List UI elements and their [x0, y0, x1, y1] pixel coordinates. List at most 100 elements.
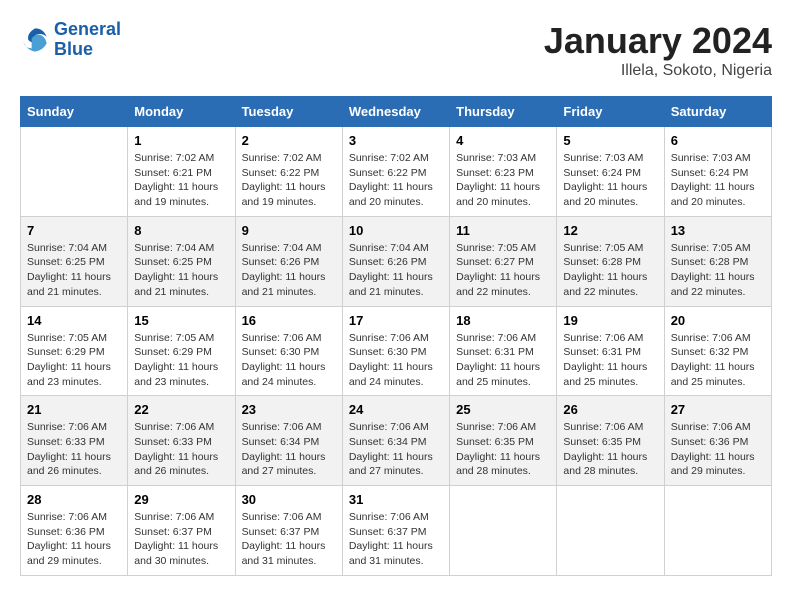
logo: General Blue: [20, 20, 121, 60]
day-info: Sunrise: 7:06 AMSunset: 6:32 PMDaylight:…: [671, 331, 765, 390]
week-row-4: 21 Sunrise: 7:06 AMSunset: 6:33 PMDayligh…: [21, 396, 772, 486]
day-info: Sunrise: 7:06 AMSunset: 6:37 PMDaylight:…: [349, 510, 443, 569]
day-info: Sunrise: 7:06 AMSunset: 6:37 PMDaylight:…: [134, 510, 228, 569]
calendar-table: SundayMondayTuesdayWednesdayThursdayFrid…: [20, 96, 772, 576]
calendar-cell: [21, 127, 128, 217]
calendar-cell: 23 Sunrise: 7:06 AMSunset: 6:34 PMDayligh…: [235, 396, 342, 486]
day-number: 9: [242, 223, 336, 238]
calendar-cell: 15 Sunrise: 7:05 AMSunset: 6:29 PMDayligh…: [128, 306, 235, 396]
day-number: 27: [671, 402, 765, 417]
day-number: 4: [456, 133, 550, 148]
day-number: 19: [563, 313, 657, 328]
calendar-cell: 17 Sunrise: 7:06 AMSunset: 6:30 PMDayligh…: [342, 306, 449, 396]
day-info: Sunrise: 7:03 AMSunset: 6:23 PMDaylight:…: [456, 151, 550, 210]
calendar-cell: 12 Sunrise: 7:05 AMSunset: 6:28 PMDayligh…: [557, 216, 664, 306]
day-info: Sunrise: 7:06 AMSunset: 6:30 PMDaylight:…: [349, 331, 443, 390]
logo-text: General Blue: [54, 20, 121, 60]
calendar-cell: 16Sunrise: 7:06 AMSunset: 6:30 PMDayligh…: [235, 306, 342, 396]
calendar-cell: 11 Sunrise: 7:05 AMSunset: 6:27 PMDayligh…: [450, 216, 557, 306]
day-info: Sunrise: 7:06 AMSunset: 6:33 PMDaylight:…: [27, 420, 121, 479]
header-row: SundayMondayTuesdayWednesdayThursdayFrid…: [21, 97, 772, 127]
day-info: Sunrise: 7:06 AMSunset: 6:36 PMDaylight:…: [27, 510, 121, 569]
day-number: 21: [27, 402, 121, 417]
calendar-cell: 22 Sunrise: 7:06 AMSunset: 6:33 PMDayligh…: [128, 396, 235, 486]
day-number: 11: [456, 223, 550, 238]
calendar-cell: [557, 486, 664, 576]
calendar-cell: 20Sunrise: 7:06 AMSunset: 6:32 PMDayligh…: [664, 306, 771, 396]
day-number: 14: [27, 313, 121, 328]
calendar-cell: 7 Sunrise: 7:04 AMSunset: 6:25 PMDaylight…: [21, 216, 128, 306]
day-number: 2: [242, 133, 336, 148]
calendar-cell: 5 Sunrise: 7:03 AMSunset: 6:24 PMDaylight…: [557, 127, 664, 217]
day-info: Sunrise: 7:05 AMSunset: 6:29 PMDaylight:…: [134, 331, 228, 390]
calendar-cell: 6 Sunrise: 7:03 AMSunset: 6:24 PMDaylight…: [664, 127, 771, 217]
day-number: 13: [671, 223, 765, 238]
logo-blue: Blue: [54, 40, 121, 60]
calendar-cell: 10 Sunrise: 7:04 AMSunset: 6:26 PMDayligh…: [342, 216, 449, 306]
day-info: Sunrise: 7:06 AMSunset: 6:35 PMDaylight:…: [456, 420, 550, 479]
day-number: 17: [349, 313, 443, 328]
calendar-cell: 27 Sunrise: 7:06 AMSunset: 6:36 PMDayligh…: [664, 396, 771, 486]
day-number: 30: [242, 492, 336, 507]
calendar-cell: 14 Sunrise: 7:05 AMSunset: 6:29 PMDayligh…: [21, 306, 128, 396]
day-info: Sunrise: 7:03 AMSunset: 6:24 PMDaylight:…: [671, 151, 765, 210]
calendar-cell: 3Sunrise: 7:02 AMSunset: 6:22 PMDaylight…: [342, 127, 449, 217]
day-info: Sunrise: 7:02 AMSunset: 6:21 PMDaylight:…: [134, 151, 228, 210]
day-number: 22: [134, 402, 228, 417]
day-number: 7: [27, 223, 121, 238]
day-header-sunday: Sunday: [21, 97, 128, 127]
day-number: 25: [456, 402, 550, 417]
day-header-saturday: Saturday: [664, 97, 771, 127]
calendar-cell: 13Sunrise: 7:05 AMSunset: 6:28 PMDayligh…: [664, 216, 771, 306]
calendar-cell: [664, 486, 771, 576]
day-header-monday: Monday: [128, 97, 235, 127]
page-header: General Blue January 2024 Illela, Sokoto…: [20, 20, 772, 80]
calendar-subtitle: Illela, Sokoto, Nigeria: [544, 62, 772, 80]
calendar-title: January 2024: [544, 20, 772, 62]
day-info: Sunrise: 7:06 AMSunset: 6:35 PMDaylight:…: [563, 420, 657, 479]
day-info: Sunrise: 7:04 AMSunset: 6:25 PMDaylight:…: [27, 241, 121, 300]
calendar-cell: 19 Sunrise: 7:06 AMSunset: 6:31 PMDayligh…: [557, 306, 664, 396]
day-number: 8: [134, 223, 228, 238]
day-info: Sunrise: 7:02 AMSunset: 6:22 PMDaylight:…: [349, 151, 443, 210]
day-info: Sunrise: 7:06 AMSunset: 6:34 PMDaylight:…: [242, 420, 336, 479]
day-info: Sunrise: 7:05 AMSunset: 6:28 PMDaylight:…: [563, 241, 657, 300]
day-number: 6: [671, 133, 765, 148]
day-info: Sunrise: 7:06 AMSunset: 6:33 PMDaylight:…: [134, 420, 228, 479]
calendar-cell: 21 Sunrise: 7:06 AMSunset: 6:33 PMDayligh…: [21, 396, 128, 486]
day-header-wednesday: Wednesday: [342, 97, 449, 127]
day-info: Sunrise: 7:06 AMSunset: 6:34 PMDaylight:…: [349, 420, 443, 479]
calendar-cell: 31 Sunrise: 7:06 AMSunset: 6:37 PMDayligh…: [342, 486, 449, 576]
day-info: Sunrise: 7:04 AMSunset: 6:26 PMDaylight:…: [349, 241, 443, 300]
calendar-cell: 28Sunrise: 7:06 AMSunset: 6:36 PMDayligh…: [21, 486, 128, 576]
logo-icon: [20, 25, 50, 55]
day-header-tuesday: Tuesday: [235, 97, 342, 127]
day-number: 31: [349, 492, 443, 507]
week-row-5: 28Sunrise: 7:06 AMSunset: 6:36 PMDayligh…: [21, 486, 772, 576]
calendar-cell: 2Sunrise: 7:02 AMSunset: 6:22 PMDaylight…: [235, 127, 342, 217]
day-number: 23: [242, 402, 336, 417]
week-row-1: 1Sunrise: 7:02 AMSunset: 6:21 PMDaylight…: [21, 127, 772, 217]
calendar-cell: 9Sunrise: 7:04 AMSunset: 6:26 PMDaylight…: [235, 216, 342, 306]
day-header-friday: Friday: [557, 97, 664, 127]
calendar-cell: [450, 486, 557, 576]
day-info: Sunrise: 7:06 AMSunset: 6:31 PMDaylight:…: [563, 331, 657, 390]
day-info: Sunrise: 7:06 AMSunset: 6:37 PMDaylight:…: [242, 510, 336, 569]
day-number: 10: [349, 223, 443, 238]
calendar-cell: 8Sunrise: 7:04 AMSunset: 6:25 PMDaylight…: [128, 216, 235, 306]
day-number: 29: [134, 492, 228, 507]
calendar-cell: 26 Sunrise: 7:06 AMSunset: 6:35 PMDayligh…: [557, 396, 664, 486]
day-number: 12: [563, 223, 657, 238]
day-info: Sunrise: 7:03 AMSunset: 6:24 PMDaylight:…: [563, 151, 657, 210]
day-number: 26: [563, 402, 657, 417]
day-number: 18: [456, 313, 550, 328]
calendar-header: SundayMondayTuesdayWednesdayThursdayFrid…: [21, 97, 772, 127]
day-info: Sunrise: 7:05 AMSunset: 6:27 PMDaylight:…: [456, 241, 550, 300]
day-info: Sunrise: 7:06 AMSunset: 6:36 PMDaylight:…: [671, 420, 765, 479]
day-info: Sunrise: 7:05 AMSunset: 6:29 PMDaylight:…: [27, 331, 121, 390]
day-number: 5: [563, 133, 657, 148]
calendar-title-block: January 2024 Illela, Sokoto, Nigeria: [544, 20, 772, 80]
day-number: 15: [134, 313, 228, 328]
calendar-cell: 24Sunrise: 7:06 AMSunset: 6:34 PMDayligh…: [342, 396, 449, 486]
day-header-thursday: Thursday: [450, 97, 557, 127]
